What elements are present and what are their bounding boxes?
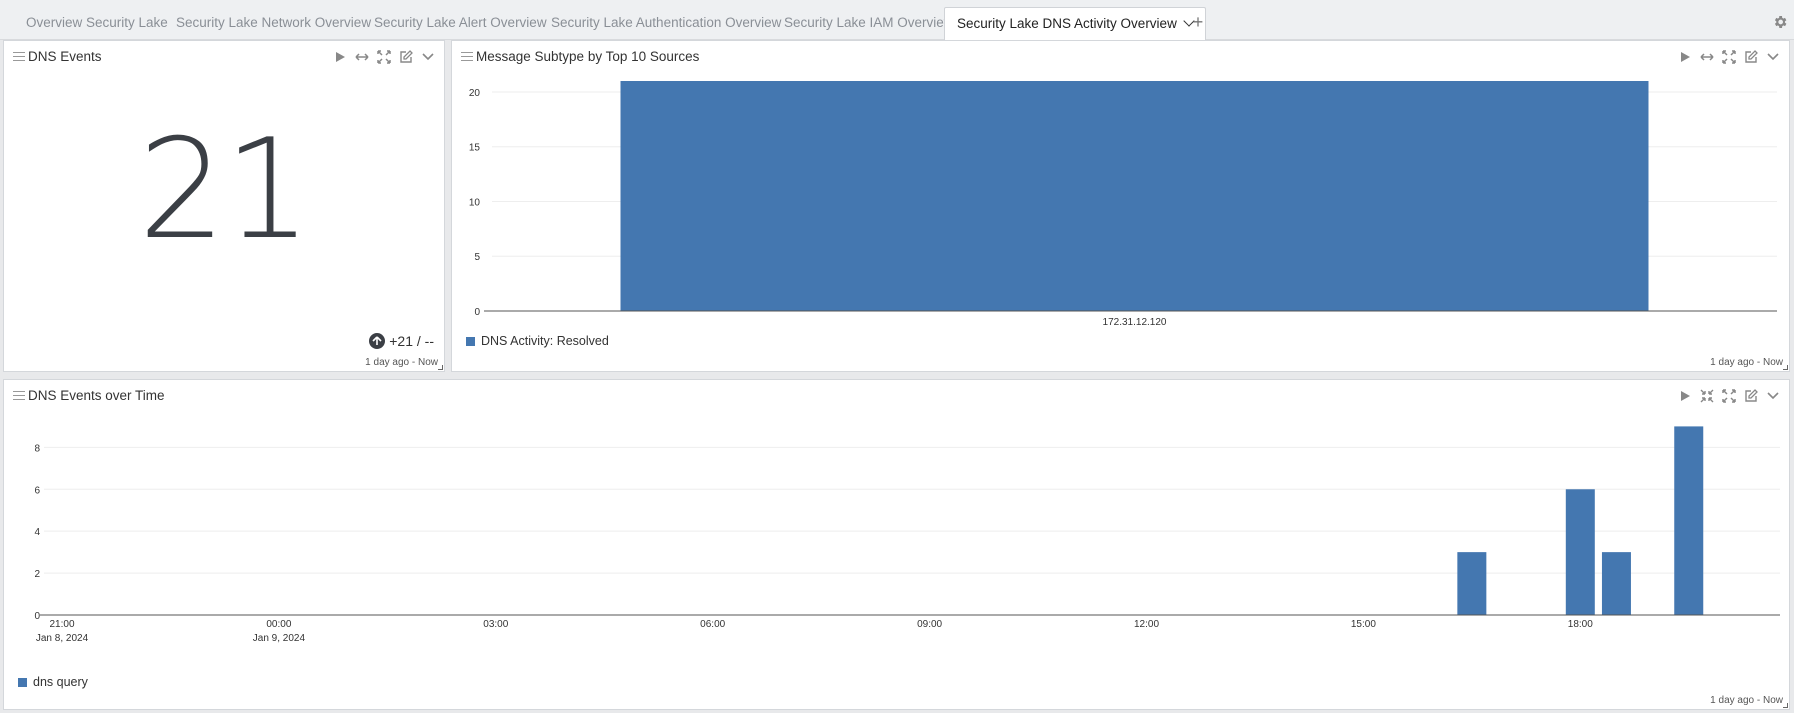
panel-controls [332, 49, 436, 65]
tab-overview-security-lake[interactable]: Overview Security Lake [14, 8, 180, 38]
shrink-icon[interactable] [1699, 388, 1715, 404]
edit-icon[interactable] [1743, 49, 1759, 65]
x-tick-label: 03:00 [483, 619, 508, 630]
y-tick-label: 5 [474, 252, 480, 263]
x-tick-label: 06:00 [700, 619, 725, 630]
tab-label: Overview Security Lake [26, 15, 168, 30]
y-tick-label: 8 [34, 443, 40, 454]
x-tick-label: 18:00 [1568, 619, 1593, 630]
legend-label: dns query [33, 675, 88, 689]
y-tick-label: 2 [34, 569, 40, 580]
x-tick-label: 12:00 [1134, 619, 1159, 630]
drag-handle-icon[interactable] [13, 391, 25, 400]
bar [1457, 552, 1487, 615]
bar [620, 81, 1649, 311]
panel-controls [1677, 49, 1781, 65]
y-tick-label: 0 [34, 611, 40, 622]
drag-handle-icon[interactable] [13, 52, 25, 61]
x-tick-label: 21:00 [49, 619, 74, 630]
panel-title: DNS Events over Time [28, 388, 165, 403]
tab-label: Security Lake DNS Activity Overview [957, 16, 1177, 31]
bar [1565, 489, 1595, 615]
dns-events-panel: DNS Events 21 +21 / -- 1 day ago - Now [3, 40, 445, 372]
time-range-label: 1 day ago - Now [1710, 357, 1783, 368]
chevron-down-icon[interactable] [420, 49, 436, 65]
y-tick-label: 6 [34, 485, 40, 496]
panel-controls [1677, 388, 1781, 404]
panel-title: Message Subtype by Top 10 Sources [476, 49, 700, 64]
tab-label: Security Lake Authentication Overview [551, 15, 782, 30]
bar [1674, 426, 1704, 615]
gear-icon[interactable] [1772, 14, 1788, 30]
tab-label: Security Lake Alert Overview [374, 15, 547, 30]
x-tick-label: 00:00 [266, 619, 291, 630]
message-subtype-panel: Message Subtype by Top 10 Sources 0 5 10 15… [451, 40, 1790, 372]
y-tick-label: 20 [469, 88, 481, 99]
chevron-down-icon[interactable] [1765, 49, 1781, 65]
play-icon[interactable] [332, 49, 348, 65]
legend-label: DNS Activity: Resolved [481, 334, 609, 348]
tab-network-overview[interactable]: Security Lake Network Overview [164, 8, 383, 38]
time-range-label: 1 day ago - Now [1710, 695, 1783, 706]
bar [1601, 552, 1631, 615]
tab-label: Security Lake Network Overview [176, 15, 372, 30]
resize-handle[interactable] [438, 365, 443, 370]
tab-iam-overview[interactable]: Security Lake IAM Overview [772, 8, 966, 38]
dns-events-timeseries-chart: 0 2 4 6 8 21:00 Jan 8, 2024 00:00 Jan 9, 2024 03:… [34, 426, 1780, 644]
panel-title: DNS Events [28, 49, 102, 64]
chart-legend[interactable]: DNS Activity: Resolved [466, 334, 609, 348]
x-tick-date-label: Jan 9, 2024 [253, 633, 306, 644]
message-subtype-bar-chart: 0 5 10 15 20 172.31.12.120 [469, 81, 1777, 328]
arrow-up-icon [369, 333, 386, 349]
y-tick-label: 4 [34, 527, 40, 538]
tab-label: Security Lake IAM Overview [784, 15, 954, 30]
tab-authentication-overview[interactable]: Security Lake Authentication Overview [539, 8, 793, 38]
legend-swatch [466, 336, 475, 346]
chart-legend[interactable]: dns query [18, 675, 88, 689]
edit-icon[interactable] [1743, 388, 1759, 404]
drag-handle-icon[interactable] [461, 52, 473, 61]
x-tick-label: 09:00 [917, 619, 942, 630]
add-tab-button[interactable]: + [1188, 8, 1208, 38]
panel-header: DNS Events [4, 41, 444, 71]
expand-horizontal-icon[interactable] [1699, 49, 1715, 65]
edit-icon[interactable] [398, 49, 414, 65]
resize-handle[interactable] [1783, 365, 1788, 370]
dns-events-over-time-panel: DNS Events over Time 0 2 4 6 8 21:00 Jan 8, 20… [3, 379, 1790, 710]
fullscreen-icon[interactable] [1721, 49, 1737, 65]
tab-alert-overview[interactable]: Security Lake Alert Overview [362, 8, 559, 38]
resize-handle[interactable] [1783, 703, 1788, 708]
y-tick-label: 10 [469, 197, 481, 208]
chevron-down-icon[interactable] [1765, 388, 1781, 404]
x-tick-label: 172.31.12.120 [1103, 317, 1167, 328]
x-tick-label: 15:00 [1351, 619, 1376, 630]
fullscreen-icon[interactable] [376, 49, 392, 65]
play-icon[interactable] [1677, 49, 1693, 65]
panel-header: DNS Events over Time [4, 380, 1789, 410]
trend-indicator: +21 / -- [369, 333, 434, 349]
x-tick-date-label: Jan 8, 2024 [36, 633, 89, 644]
y-tick-label: 15 [469, 143, 481, 154]
expand-horizontal-icon[interactable] [354, 49, 370, 65]
y-tick-label: 0 [474, 307, 480, 318]
dashboard-tab-bar: Overview Security Lake Security Lake Net… [0, 0, 1794, 40]
panel-header: Message Subtype by Top 10 Sources [452, 41, 1789, 71]
fullscreen-icon[interactable] [1721, 388, 1737, 404]
play-icon[interactable] [1677, 388, 1693, 404]
time-range-label: 1 day ago - Now [365, 357, 438, 368]
legend-swatch [18, 677, 27, 687]
tab-dns-activity-overview[interactable]: Security Lake DNS Activity Overview [944, 7, 1206, 40]
trend-text: +21 / -- [389, 333, 434, 349]
dns-events-count: 21 [138, 109, 312, 270]
